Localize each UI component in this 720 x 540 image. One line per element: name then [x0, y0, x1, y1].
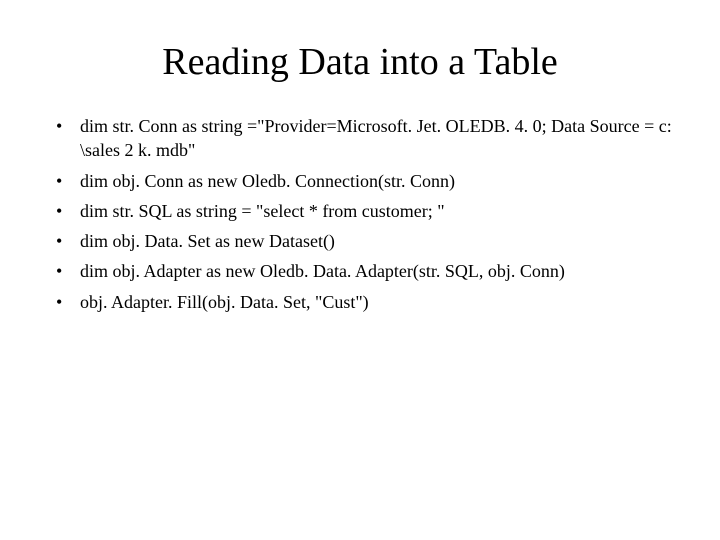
slide: Reading Data into a Table dim str. Conn …	[0, 0, 720, 540]
list-item: dim str. Conn as string ="Provider=Micro…	[50, 114, 680, 163]
list-item: dim str. SQL as string = "select * from …	[50, 199, 680, 223]
list-item: dim obj. Conn as new Oledb. Connection(s…	[50, 169, 680, 193]
bullet-list: dim str. Conn as string ="Provider=Micro…	[50, 114, 680, 314]
list-item: dim obj. Data. Set as new Dataset()	[50, 229, 680, 253]
list-item: obj. Adapter. Fill(obj. Data. Set, "Cust…	[50, 290, 680, 314]
list-item: dim obj. Adapter as new Oledb. Data. Ada…	[50, 259, 680, 283]
slide-title: Reading Data into a Table	[40, 40, 680, 84]
